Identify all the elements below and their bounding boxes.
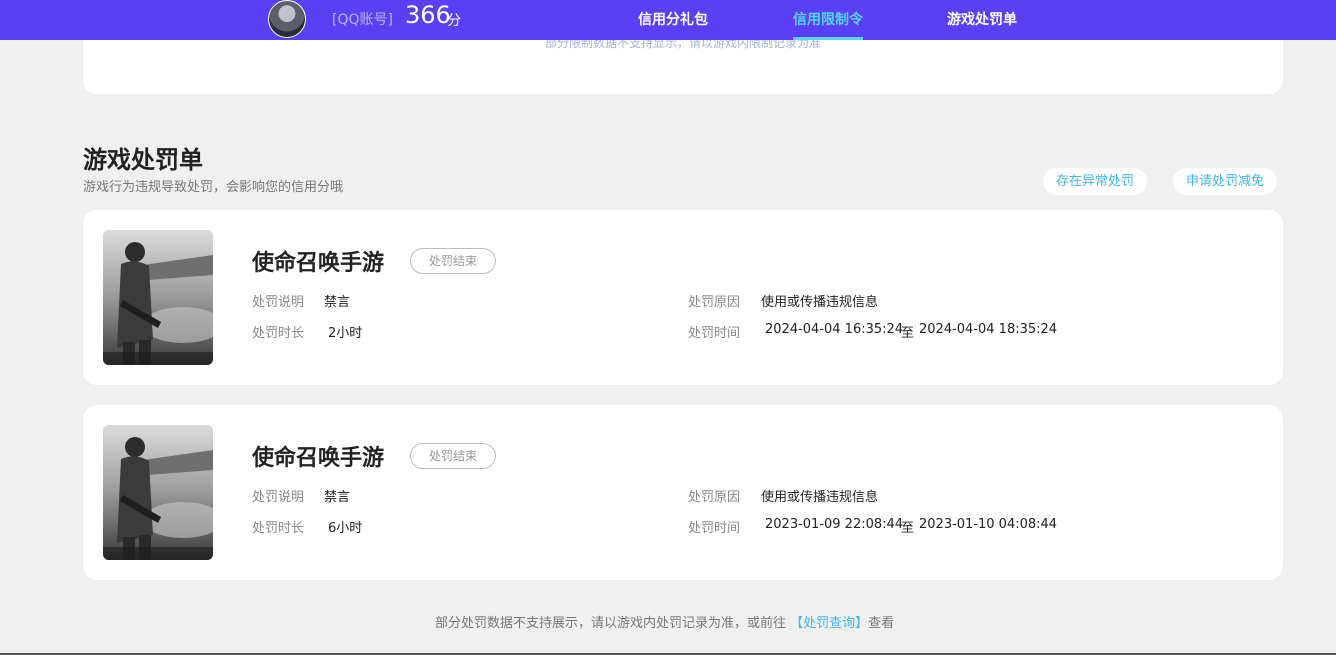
footer-note-text: 部分处罚数据不支持展示，请以游戏内处罚记录为准，或前往 — [435, 616, 787, 631]
penalty-desc-value: 禁言 — [324, 295, 351, 310]
apply-reduction-button[interactable]: 申请处罚减免 — [1173, 168, 1278, 195]
penalty-time-end: 2023-01-10 04:08:44 — [919, 517, 1058, 532]
footer-note: 部分处罚数据不支持展示，请以游戏内处罚记录为准，或前往 【处罚查询】查看 — [435, 612, 894, 631]
footer-note-suffix: 查看 — [868, 616, 895, 631]
penalty-reason-value: 使用或传播违规信息 — [761, 490, 879, 505]
penalty-reason-value: 使用或传播违规信息 — [761, 295, 879, 310]
game-name: 使命召唤手游 — [252, 251, 385, 276]
penalty-desc-value: 禁言 — [324, 490, 351, 505]
game-cover-image — [103, 230, 213, 365]
section-title: 游戏处罚单 — [83, 146, 203, 174]
tab-game-penalty[interactable]: 游戏处罚单 — [947, 9, 1017, 29]
section-subtitle: 游戏行为违规导致处罚，会影响您的信用分哦 — [83, 180, 344, 195]
penalty-desc-label: 处罚说明 — [252, 490, 305, 505]
penalty-time-separator: 至 — [901, 326, 915, 341]
game-name: 使命召唤手游 — [252, 446, 385, 471]
penalty-card: 使命召唤手游 处罚结束 处罚说明 禁言 处罚时长 6小时 处罚原因 使用或传播违… — [83, 405, 1283, 580]
penalty-card: 使命召唤手游 处罚结束 处罚说明 禁言 处罚时长 2小时 处罚原因 使用或传播违… — [83, 210, 1283, 385]
penalty-time-separator: 至 — [901, 521, 915, 536]
penalty-desc-label: 处罚说明 — [252, 295, 305, 310]
credit-score-value: 366 — [405, 1, 451, 29]
penalty-time-end: 2024-04-04 18:35:24 — [919, 322, 1058, 337]
penalty-time-start: 2023-01-09 22:08:44 — [765, 517, 904, 532]
penalty-reason-label: 处罚原因 — [688, 490, 741, 505]
penalty-duration-value: 6小时 — [328, 521, 363, 536]
penalty-query-link[interactable]: 【处罚查询】 — [790, 616, 868, 631]
penalty-duration-value: 2小时 — [328, 326, 363, 341]
penalty-time-label: 处罚时间 — [688, 326, 741, 341]
penalty-reason-label: 处罚原因 — [688, 295, 741, 310]
tab-credit-restriction[interactable]: 信用限制令 — [793, 9, 863, 29]
tab-credit-gift[interactable]: 信用分礼包 — [638, 9, 708, 29]
penalty-time-label: 处罚时间 — [688, 521, 741, 536]
game-cover-image — [103, 425, 213, 560]
avatar[interactable] — [268, 0, 306, 38]
active-tab-indicator — [793, 37, 863, 40]
abnormal-penalty-button[interactable]: 存在异常处罚 — [1043, 168, 1148, 195]
status-badge: 处罚结束 — [410, 248, 496, 274]
penalty-duration-label: 处罚时长 — [252, 521, 305, 536]
penalty-duration-label: 处罚时长 — [252, 326, 305, 341]
credit-score-unit: 分 — [447, 13, 461, 29]
account-label: [QQ账号] — [332, 12, 393, 28]
penalty-time-start: 2024-04-04 16:35:24 — [765, 322, 904, 337]
status-badge: 处罚结束 — [410, 443, 496, 469]
top-nav-bar: [QQ账号] 366 分 信用分礼包 信用限制令 游戏处罚单 — [0, 0, 1336, 40]
